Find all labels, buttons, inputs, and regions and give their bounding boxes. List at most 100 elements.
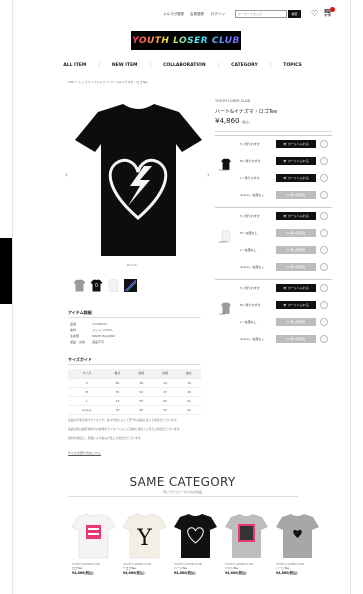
size-row: S / 残りわずか 🛒︎ カートへ入れる ♡ [215,210,332,223]
favorite-heart-icon[interactable]: ♡ [320,246,328,254]
size-note: 素材の特性上、洗濯により縮みが生じる場合がございます。 [68,436,144,440]
favorite-heart-icon[interactable]: ♡ [320,174,328,182]
same-category-title: SAME CATEGORY [129,475,236,489]
product-card-image[interactable] [174,511,217,559]
add-to-cart-button[interactable]: 🛒︎ カートへ入れる [276,174,316,182]
add-to-cart-button[interactable]: 🛒︎ カートへ入れる [276,212,316,220]
restock-notify-button[interactable]: ✉ 再入荷通知 [276,335,316,343]
restock-notify-button[interactable]: ✉ 再入荷通知 [276,318,316,326]
nav-item-new-item[interactable]: NEW ITEM [112,63,138,71]
svg-text:Y: Y [136,526,152,551]
size-stock-label: L / 在庫なし [240,248,257,252]
size-stock-label: S / 残りわずか [240,142,260,146]
nav-item-collaboration[interactable]: COLLABORATION [163,63,206,71]
table-cell: 74 [105,396,130,406]
cart-badge [330,7,335,12]
thumbnail-strip [73,279,137,292]
restock-notify-button[interactable]: ✉ 再入荷通知 [276,191,316,199]
logo-text: YOUTH LOSER CLUB [132,35,240,46]
add-to-cart-button[interactable]: 🛒︎ カートへ入れる [276,157,316,165]
product-name: ハート&イナズマ・ロゴTee [215,109,278,115]
favorite-heart-icon[interactable]: ♡ [320,284,328,292]
table-cell: M [68,387,106,397]
same-category-subtitle: 同じカテゴリーの人気の商品 [162,490,202,494]
thumbnail-white[interactable] [107,279,120,292]
product-card[interactable]: YOUTH LOSER CLUB フォトTee ¥4,860(税込) [225,511,268,575]
favorite-icon[interactable]: ♡ [311,10,318,18]
favorite-heart-icon[interactable]: ♡ [320,140,328,148]
thumbnail-print[interactable] [124,279,137,292]
restock-notify-button[interactable]: ✉ 再入荷通知 [276,246,316,254]
detail-row: 品番 YLC0021T [70,322,107,326]
product-card[interactable]: YOUTH LOSER CLUB ハートTee ¥4,860(税込) [174,511,217,575]
add-to-cart-button[interactable]: 🛒︎ カートへ入れる [276,140,316,148]
main-nav: ALL ITEM | NEW ITEM | COLLABORATION | CA… [13,63,352,71]
size-table: サイズ 着丈 身幅 肩幅 袖丈 S 66 49 44 19 M 70 52 47… [68,369,201,415]
favorite-heart-icon[interactable]: ♡ [320,229,328,237]
nav-item-category[interactable]: CATEGORY [231,63,258,71]
variant-black: BLACK S / 残りわずか 🛒︎ カートへ入れる ♡ M / 残りわずか 🛒︎ カート… [215,135,332,205]
product-card[interactable]: Y YOUTH LOSER CLUB Y ロゴTee ¥4,860(税込) [123,511,166,575]
product-card-price: ¥4,860(税込) [225,571,247,575]
table-cell: 53 [153,405,178,415]
size-row: M / 在庫なし ✉ 再入荷通知 ♡ [215,227,332,240]
variant-gray: GRAY S / 残りわずか 🛒︎ カートへ入れる ♡ M / 残りわずか 🛒︎ カートへ… [215,279,332,349]
restock-notify-button[interactable]: ✉ 再入荷通知 [276,263,316,271]
favorite-heart-icon[interactable]: ♡ [320,212,328,220]
size-stock-label: S / 残りわずか [240,214,260,218]
nav-item-topics[interactable]: TOPICS [283,63,302,71]
thumbnail-gray[interactable] [73,279,86,292]
search-button[interactable]: 検索 [288,10,301,18]
favorite-heart-icon[interactable]: ♡ [320,318,328,326]
size-stock-label: S / 残りわずか [240,286,260,290]
add-to-cart-button[interactable]: 🛒︎ カートへ入れる [276,301,316,309]
prev-image-arrow-icon[interactable]: ‹ [65,171,68,179]
table-cell: 44 [153,378,178,388]
product-card[interactable]: YOUTH LOSER CLUB ハートTee ¥4,860(税込) [276,511,319,575]
size-row: S / 残りわずか 🛒︎ カートへ入れる ♡ [215,138,332,151]
product-card-image[interactable] [225,511,268,559]
product-card-image[interactable]: Y [123,511,166,559]
thumbnail-black[interactable] [90,279,103,292]
price-value: ¥4,860 [215,117,240,125]
favorite-heart-icon[interactable]: ♡ [320,191,328,199]
size-stock-label: M / 残りわずか [240,303,261,307]
table-cell: 50 [153,396,178,406]
divider [68,364,201,365]
size-row: M / 残りわずか 🛒︎ カートへ入れる ♡ [215,299,332,312]
next-image-arrow-icon[interactable]: › [207,171,210,179]
size-measure-link[interactable]: サイズの測り方はこちら [68,451,101,455]
product-main-image[interactable] [68,100,209,260]
add-to-cart-button[interactable]: 🛒︎ カートへ入れる [276,284,316,292]
detail-row: 素材 コットン100% [70,328,113,332]
table-cell: 47 [153,387,178,397]
size-row: XL(LL) / 在庫なし ✉ 再入荷通知 ♡ [215,261,332,274]
table-cell: 21 [177,396,201,406]
table-header: 身幅 [129,369,154,379]
table-cell: 66 [105,378,130,388]
nav-divider: | [149,63,152,68]
search-input[interactable]: キーワードを入力 [235,10,287,18]
product-card[interactable]: YOUTH LOSER CLUB ロゴTee ¥4,860(税込) [72,511,115,575]
detail-key: 品番 [70,322,77,326]
detail-value: YLC0021T [92,322,108,326]
signup-link[interactable]: 会員登録 [190,12,204,17]
nav-item-all-item[interactable]: ALL ITEM [63,63,86,71]
favorite-heart-icon[interactable]: ♡ [320,301,328,309]
favorite-heart-icon[interactable]: ♡ [320,157,328,165]
size-row: M / 残りわずか 🛒︎ カートへ入れる ♡ [215,155,332,168]
favorite-heart-icon[interactable]: ♡ [320,263,328,271]
newsletter-link[interactable]: メルマガ登録 [163,12,184,17]
favorite-heart-icon[interactable]: ♡ [320,335,328,343]
product-card-image[interactable] [72,511,115,559]
table-cell: 52 [129,387,154,397]
login-link[interactable]: ログイン [211,12,225,17]
product-brand[interactable]: YOUTH LOSER CLUB [215,99,250,103]
divider [68,496,298,497]
site-logo[interactable]: YOUTH LOSER CLUB [131,31,241,50]
product-card-image[interactable] [276,511,319,559]
restock-notify-button[interactable]: ✉ 再入荷通知 [276,229,316,237]
price-tax: (税込) [241,120,250,124]
table-row: M 70 52 47 20 [68,387,201,397]
table-row: S 66 49 44 19 [68,378,201,388]
